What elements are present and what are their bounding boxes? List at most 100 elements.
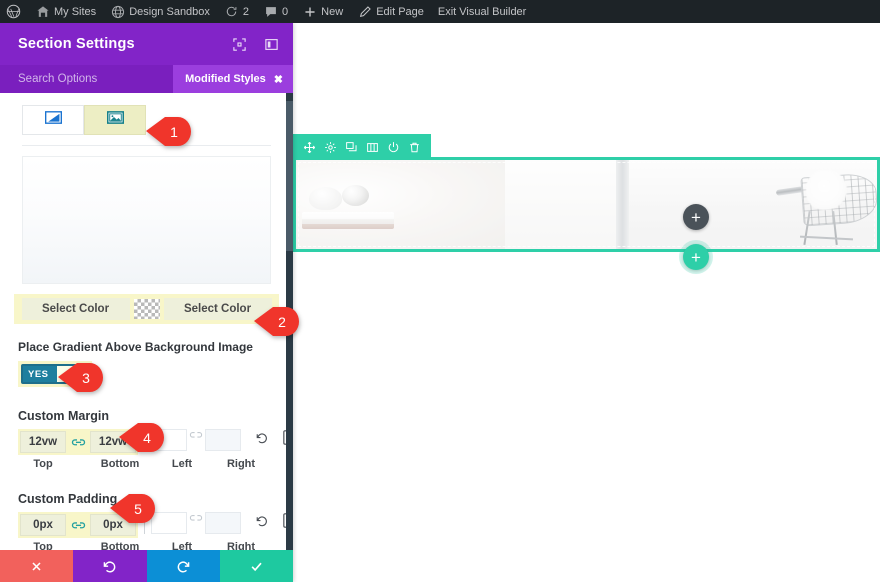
adminbar-item-comments[interactable]: 0 (256, 0, 295, 23)
add-section-button[interactable]: + (683, 244, 709, 270)
section-toolbar[interactable] (293, 134, 431, 160)
panel-search-bar: Search Options Modified Styles ✖ (0, 65, 293, 93)
padding-top-label: Top (18, 541, 68, 550)
pencil-icon (357, 4, 372, 19)
save-button[interactable] (220, 550, 293, 582)
link-icon[interactable] (187, 429, 205, 441)
reset-icon[interactable] (255, 431, 269, 450)
screen: My Sites Design Sandbox 2 (0, 0, 880, 582)
section-hover-outline[interactable]: + + (293, 157, 880, 252)
padding-left-label: Left (157, 541, 207, 550)
link-icon[interactable] (66, 436, 90, 449)
photo-chair-rail (800, 236, 853, 241)
disable-section-icon[interactable] (383, 134, 404, 160)
adminbar-item-my-sites[interactable]: My Sites (28, 0, 103, 23)
comments-icon (263, 4, 278, 19)
margin-left-label: Left (157, 458, 207, 470)
callout-number: 2 (273, 307, 299, 336)
undo-icon (102, 559, 117, 574)
padding-right-label: Right (213, 541, 269, 550)
adminbar-item-site-name[interactable]: Design Sandbox (103, 0, 217, 23)
gradient-preview[interactable] (22, 156, 271, 284)
expand-icon[interactable] (231, 36, 247, 52)
adminbar-label: 2 (243, 6, 249, 18)
callout-marker: 5 (110, 494, 155, 523)
updates-icon (224, 4, 239, 19)
photo-books (302, 212, 394, 230)
adminbar-item-wordpress[interactable] (0, 0, 28, 23)
padding-top-input[interactable]: 0px (20, 514, 66, 536)
undo-button[interactable] (73, 550, 146, 582)
photo-chair-arm (775, 184, 818, 196)
adminbar-item-new[interactable]: New (295, 0, 350, 23)
page-title: Section Settings (18, 36, 135, 52)
link-icon[interactable] (187, 512, 205, 524)
settings-gear-icon[interactable] (320, 134, 341, 160)
photo-wire-chair (776, 165, 877, 247)
page-canvas: + + (293, 23, 880, 582)
modified-styles-badge[interactable]: Modified Styles ✖ (173, 65, 293, 93)
photo-bowl (309, 187, 342, 210)
transparent-swatch-icon[interactable] (134, 299, 160, 319)
sites-icon (35, 4, 50, 19)
custom-margin-labels: Top Bottom Left Right (18, 458, 293, 470)
link-icon[interactable] (66, 519, 90, 532)
photo-sphere (342, 185, 369, 206)
section-background-image (296, 160, 877, 249)
adminbar-item-exit-visual-builder[interactable]: Exit Visual Builder (431, 0, 533, 23)
close-icon[interactable]: ✖ (274, 73, 283, 86)
custom-padding-labels: Top Bottom Left Right (18, 541, 293, 550)
panel-header: Section Settings (0, 23, 293, 65)
margin-bottom-label: Bottom (92, 458, 148, 470)
padding-right-input[interactable] (205, 512, 241, 534)
margin-top-input[interactable]: 12vw (20, 431, 66, 453)
select-color-left-button[interactable]: Select Color (22, 298, 130, 320)
layout-toggle-icon[interactable] (263, 36, 279, 52)
margin-right-label: Right (213, 458, 269, 470)
callout-marker: 4 (119, 423, 164, 452)
reset-icon[interactable] (255, 514, 269, 533)
callout-tip (110, 494, 129, 523)
site-icon (110, 4, 125, 19)
duplicate-section-icon[interactable] (341, 134, 362, 160)
check-icon (249, 559, 264, 574)
margin-right-input[interactable] (205, 429, 241, 451)
scrollbar-thumb[interactable] (286, 101, 293, 251)
callout-number: 5 (129, 494, 155, 523)
photo-wall-edge (616, 160, 630, 249)
gradient-above-image-label: Place Gradient Above Background Image (18, 340, 293, 354)
callout-tip (146, 117, 165, 146)
callout-tip (58, 363, 77, 392)
delete-section-icon[interactable] (404, 134, 425, 160)
panel-footer (0, 550, 293, 582)
gradient-icon (45, 111, 62, 129)
adminbar-label: Edit Page (376, 6, 424, 18)
search-input[interactable]: Search Options (18, 73, 97, 85)
move-section-icon[interactable] (299, 134, 320, 160)
adminbar-label: My Sites (54, 6, 96, 18)
adminbar-item-edit-page[interactable]: Edit Page (350, 0, 431, 23)
wp-admin-bar: My Sites Design Sandbox 2 (0, 0, 880, 23)
callout-tip (119, 423, 138, 452)
adminbar-item-updates[interactable]: 2 (217, 0, 256, 23)
tab-background-image[interactable] (84, 105, 146, 135)
custom-margin-title: Custom Margin (18, 409, 293, 423)
photo-chair-cushion (806, 170, 847, 209)
close-icon (30, 560, 43, 573)
photo-right-region (629, 160, 877, 249)
photo-chair-leg (803, 211, 810, 245)
padding-left-input[interactable] (151, 512, 187, 534)
image-icon (107, 111, 124, 129)
callout-tip (254, 307, 273, 336)
plus-icon (302, 4, 317, 19)
adminbar-label: Design Sandbox (129, 6, 210, 18)
redo-button[interactable] (147, 550, 220, 582)
adminbar-label: 0 (282, 6, 288, 18)
add-row-button[interactable]: + (683, 204, 709, 230)
custom-padding-row: 0px 0px (18, 512, 293, 538)
columns-icon[interactable] (362, 134, 383, 160)
discard-button[interactable] (0, 550, 73, 582)
margin-top-label: Top (18, 458, 68, 470)
tab-gradient[interactable] (22, 105, 84, 135)
redo-icon (176, 559, 191, 574)
